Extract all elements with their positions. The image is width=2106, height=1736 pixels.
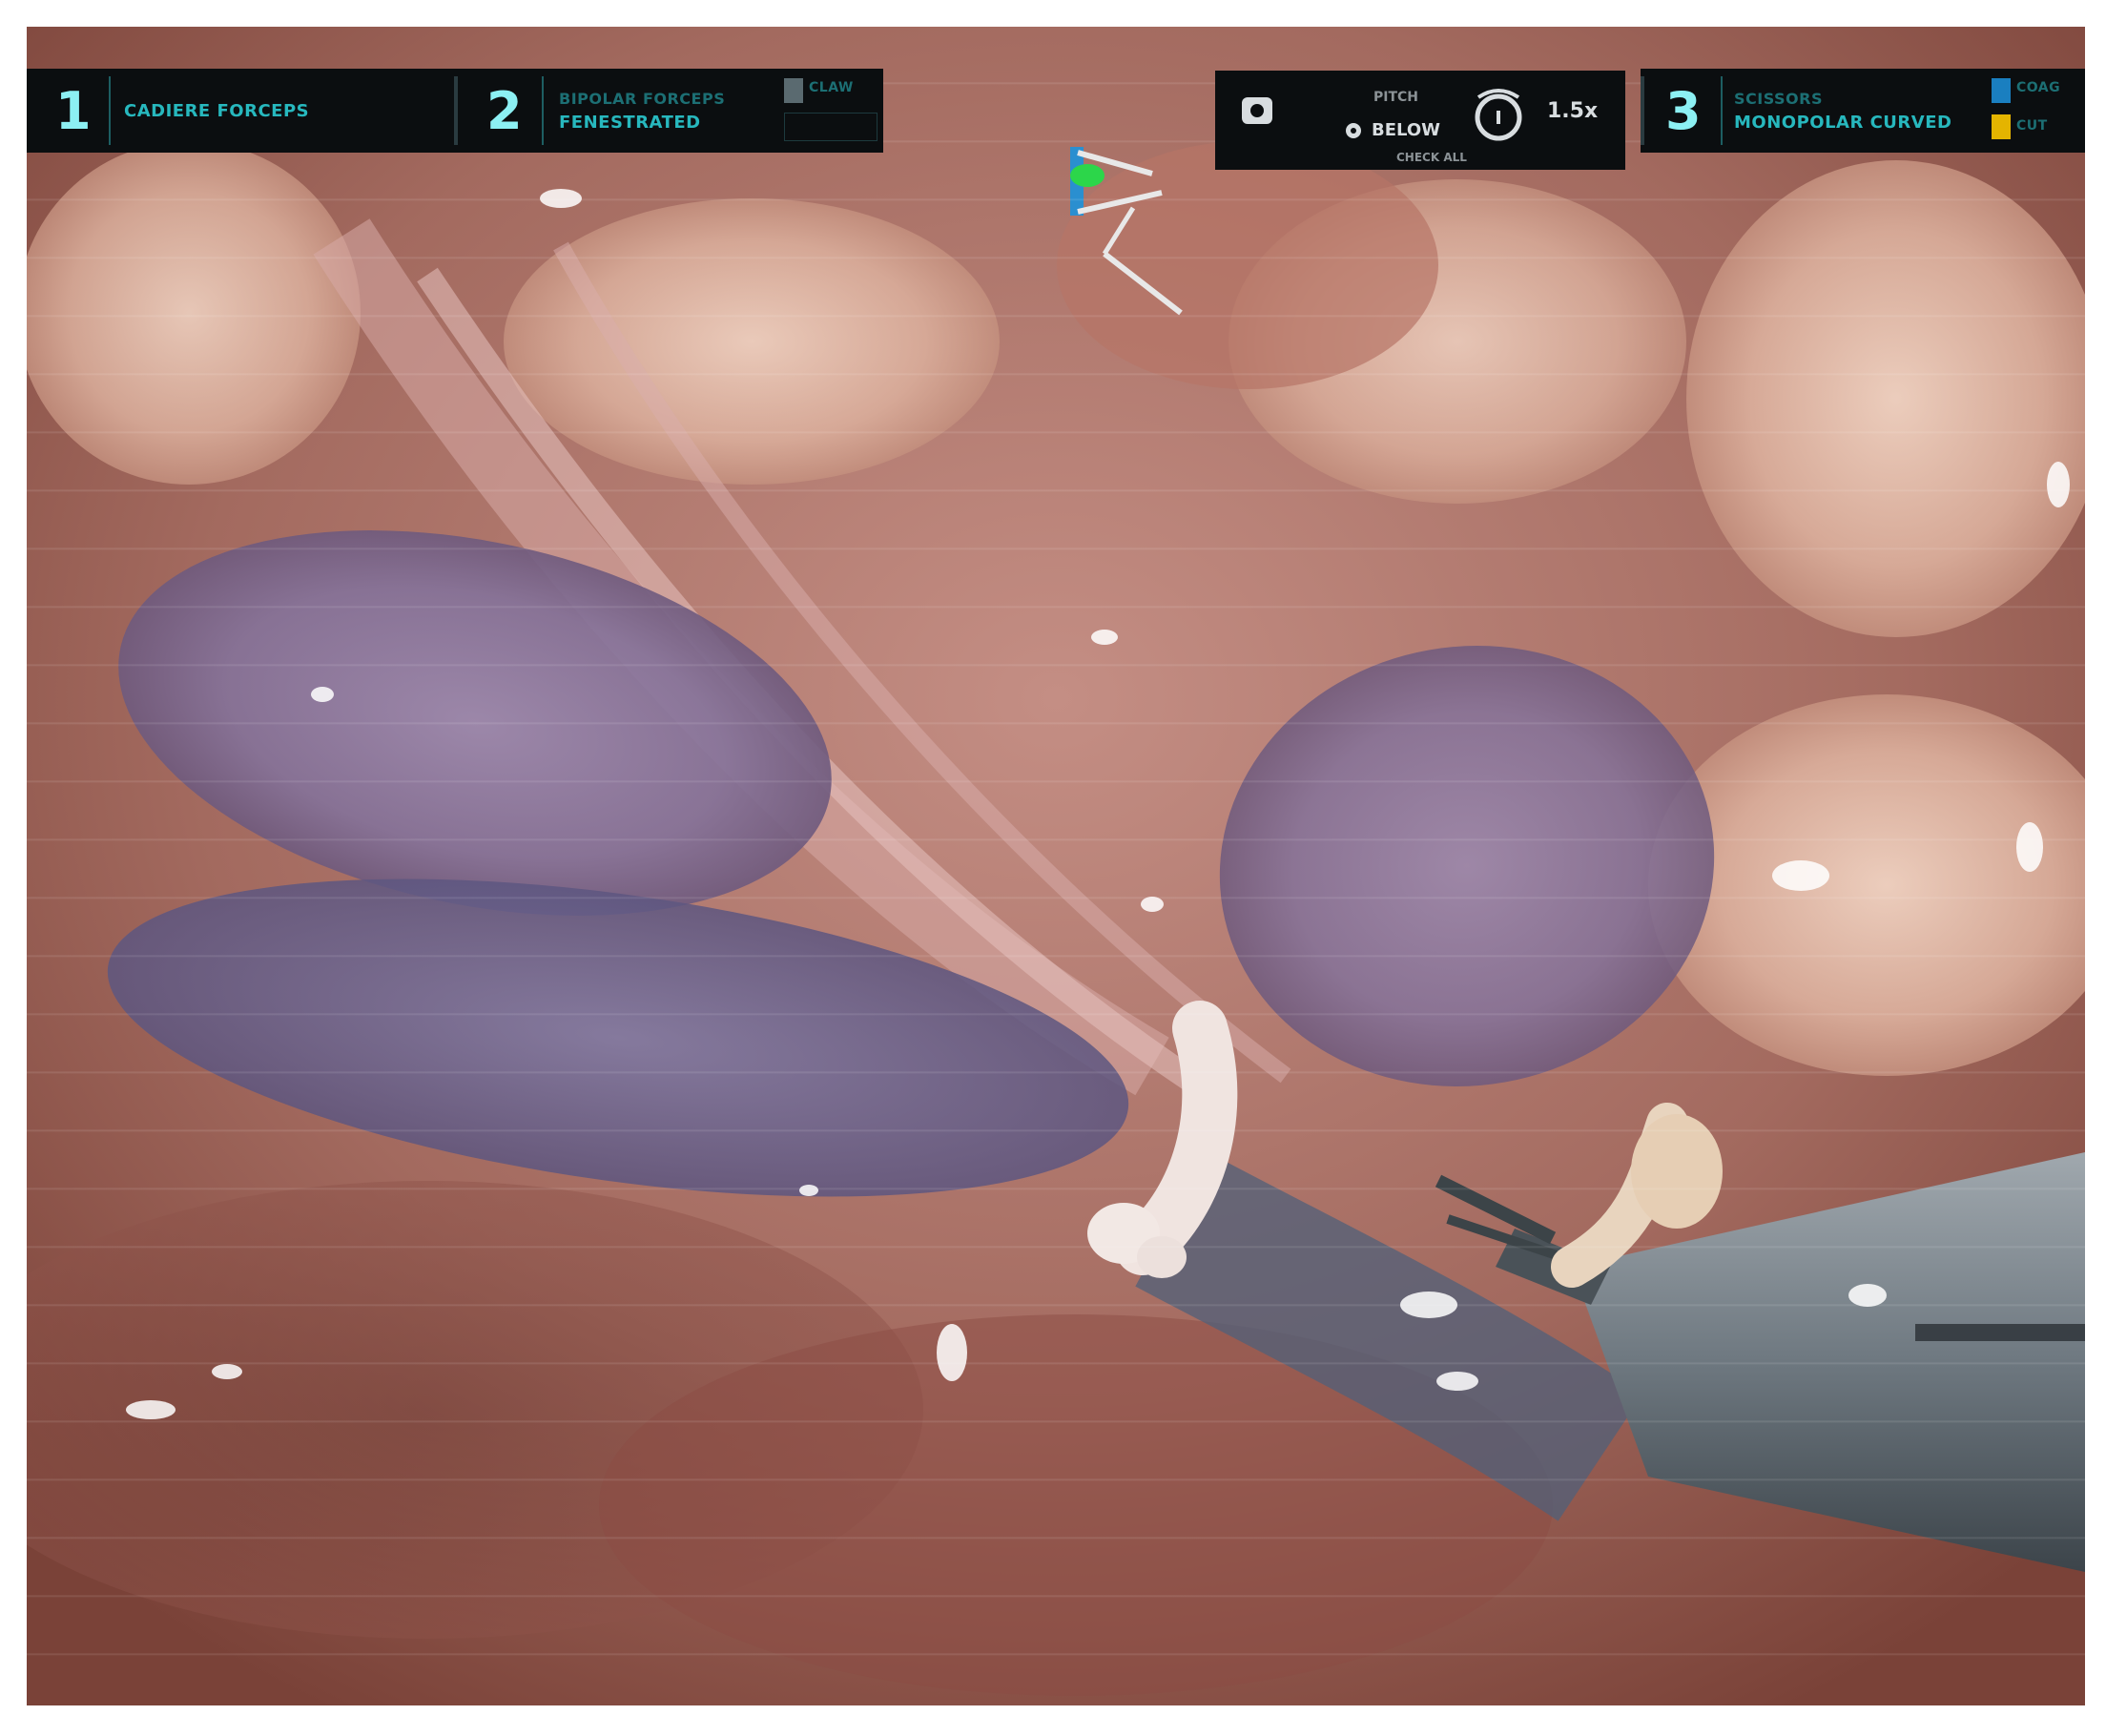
camera-footer-label: CHECK ALL bbox=[1396, 151, 1467, 164]
orientation-marker-icon bbox=[1070, 147, 1183, 316]
arm-3-instrument-line1: SCISSORS bbox=[1734, 90, 1823, 108]
arm-2-instrument-line2: FENESTRATED bbox=[559, 113, 701, 133]
arm-3-coag-label: COAG bbox=[2016, 80, 2061, 95]
hud-camera-panel: PITCH BELOW 1.5x CHECK ALL bbox=[1215, 71, 1625, 170]
hud-right-panel: 3 SCISSORS MONOPOLAR CURVED COAG CUT bbox=[1641, 69, 2085, 153]
surgical-video-frame: 1 CADIERE FORCEPS 2 BIPOLAR FORCEPS FENE… bbox=[27, 27, 2085, 1705]
arm-1-number: 1 bbox=[55, 81, 92, 141]
arm-2-mode-tag bbox=[784, 78, 803, 103]
arm-2-tag-slot bbox=[784, 113, 878, 141]
arm-2-instrument-line1: BIPOLAR FORCEPS bbox=[559, 90, 726, 108]
endoscope-video-view bbox=[27, 27, 2085, 1705]
divider bbox=[109, 76, 111, 145]
camera-mode-label: BELOW bbox=[1372, 120, 1440, 140]
camera-pitch-label: PITCH bbox=[1373, 90, 1419, 105]
pitch-indicator-icon bbox=[1346, 123, 1361, 138]
arm-2-mode-label: CLAW bbox=[809, 80, 854, 95]
arm-3-coag-tag bbox=[1992, 78, 2011, 103]
camera-icon bbox=[1242, 97, 1272, 124]
arm-2-number: 2 bbox=[486, 81, 523, 141]
arm-1-instrument-label: CADIERE FORCEPS bbox=[124, 101, 310, 121]
arm-3-number: 3 bbox=[1665, 81, 1702, 141]
divider bbox=[1721, 76, 1723, 145]
divider bbox=[454, 76, 458, 145]
divider bbox=[1641, 76, 1644, 145]
pitch-dial-icon bbox=[1475, 89, 1522, 141]
hud-left-panel: 1 CADIERE FORCEPS 2 BIPOLAR FORCEPS FENE… bbox=[27, 69, 883, 153]
arm-3-cut-tag bbox=[1992, 114, 2011, 139]
arm-3-cut-label: CUT bbox=[2016, 118, 2048, 134]
camera-zoom-label: 1.5x bbox=[1547, 99, 1599, 123]
arm-3-instrument-line2: MONOPOLAR CURVED bbox=[1734, 113, 1952, 133]
divider bbox=[542, 76, 544, 145]
